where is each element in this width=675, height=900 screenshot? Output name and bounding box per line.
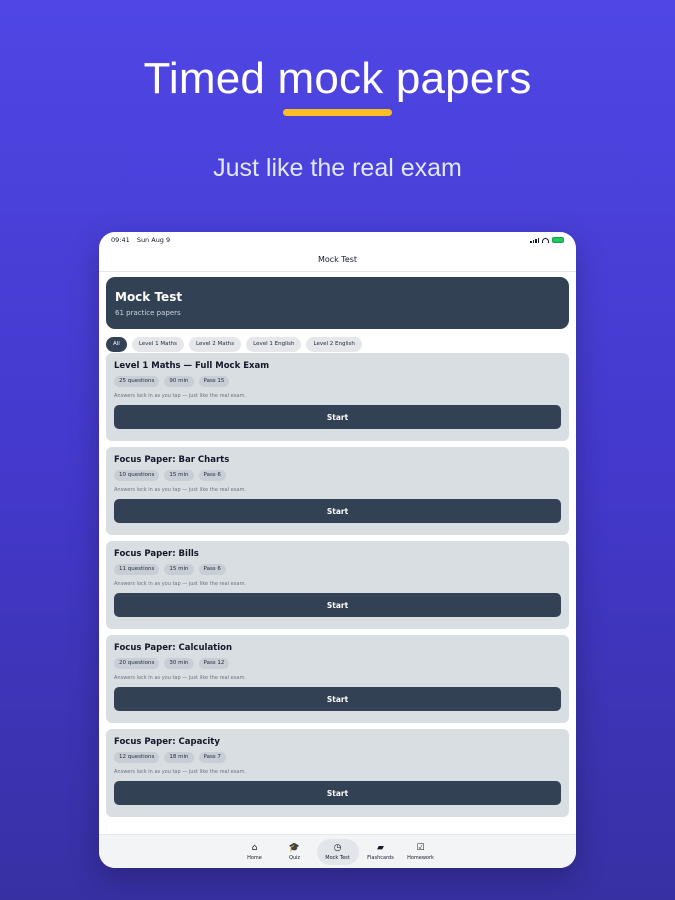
tab-label: Mock Test [325,854,350,861]
questions-badge: 20 questions [114,658,160,669]
pass-mark-badge: Pass 6 [198,470,226,481]
paper-badges: 25 questions 90 min Pass 15 [114,376,561,387]
questions-badge: 11 questions [114,564,160,575]
filter-chip-level-2-maths[interactable]: Level 2 Maths [188,336,242,352]
paper-title: Level 1 Maths — Full Mock Exam [114,361,270,371]
paper-badges: 10 questions 15 min Pass 6 [114,470,561,481]
filter-chip-level-1-maths[interactable]: Level 1 Maths [131,336,184,352]
home-icon: ⌂ [251,842,258,853]
tab-label: Quiz [288,854,301,861]
main-content: Mock Test 61 practice papers All Level 1 … [99,272,576,817]
paper-note: Answers lock in as you tap — just like t… [114,581,247,587]
banner-subtitle: 61 practice papers [115,309,181,317]
paper-badges: 20 questions 30 min Pass 12 [114,658,561,669]
duration-badge: 30 min [164,658,194,669]
tab-label: Home [247,854,262,861]
paper-card: Level 1 Maths — Full Mock Exam 25 questio… [106,353,569,441]
questions-badge: 25 questions [114,376,160,387]
paper-badges: 11 questions 15 min Pass 6 [114,564,561,575]
nav-title: Mock Test [99,248,576,272]
filter-chip-level-1-english[interactable]: Level 1 English [246,336,302,352]
pass-mark-badge: Pass 15 [198,376,230,387]
duration-badge: 15 min [164,564,194,575]
paper-note: Answers lock in as you tap — just like t… [114,393,247,399]
paper-card: Focus Paper: Bills 11 questions 15 min Pass… [106,541,569,629]
paper-title: Focus Paper: Calculation [114,643,233,653]
tab-homework[interactable]: ☑ Homework [403,839,439,865]
paper-title: Focus Paper: Capacity [114,737,220,747]
questions-badge: 12 questions [114,752,160,763]
status-date: Sun Aug 9 [136,236,171,244]
tablet-device: 09:41 Sun Aug 9 Mock Test Mock Test 61 p… [99,232,576,868]
duration-badge: 18 min [164,752,194,763]
tab-flashcards[interactable]: ▰ Flashcards [363,839,399,865]
tab-quiz[interactable]: 🎓 Quiz [277,839,313,865]
filter-chip-all[interactable]: All [106,336,127,352]
tab-mock-test[interactable]: ◷ Mock Test [316,838,359,865]
banner-title: Mock Test [115,290,183,304]
checkbox-icon: ☑ [416,842,425,853]
paper-note: Answers lock in as you tap — just like t… [114,675,247,681]
paper-note: Answers lock in as you tap — just like t… [114,769,247,775]
stopwatch-icon: ◷ [333,842,342,853]
hero-subtitle: Just like the real exam [213,154,462,182]
duration-badge: 90 min [164,376,194,387]
paper-note: Answers lock in as you tap — just like t… [114,487,247,493]
battery-icon [552,237,564,243]
wifi-icon [542,237,549,243]
pass-mark-badge: Pass 6 [198,564,226,575]
start-button[interactable]: Start [114,593,561,617]
questions-badge: 10 questions [114,470,160,481]
signal-icon [530,237,539,243]
filter-chip-level-2-english[interactable]: Level 2 English [306,336,362,352]
status-bar: 09:41 Sun Aug 9 [99,232,576,248]
tab-label: Flashcards [367,854,394,861]
paper-title: Focus Paper: Bar Charts [114,455,230,465]
pass-mark-badge: Pass 12 [198,658,230,669]
start-button[interactable]: Start [114,405,561,429]
paper-badges: 12 questions 18 min Pass 7 [114,752,561,763]
graduation-cap-icon: 🎓 [288,842,301,853]
paper-title: Focus Paper: Bills [114,549,199,559]
filter-chips: All Level 1 Maths Level 2 Maths Level 1 Eng… [106,336,569,352]
card-stack-icon: ▰ [377,842,384,853]
start-button[interactable]: Start [114,687,561,711]
paper-card: Focus Paper: Bar Charts 10 questions 15 mi… [106,447,569,535]
duration-badge: 15 min [164,470,194,481]
mock-test-banner: Mock Test 61 practice papers [106,277,569,329]
tab-home[interactable]: ⌂ Home [237,839,273,865]
start-button[interactable]: Start [114,781,561,805]
paper-card: Focus Paper: Capacity 12 questions 18 min P… [106,729,569,817]
hero-underline [283,109,392,116]
tab-label: Homework [407,854,434,861]
hero-title: Timed mock papers [143,54,532,103]
pass-mark-badge: Pass 7 [198,752,226,763]
status-time: 09:41 [111,236,130,244]
paper-card: Focus Paper: Calculation 20 questions 30 m… [106,635,569,723]
start-button[interactable]: Start [114,499,561,523]
paper-list: Level 1 Maths — Full Mock Exam 25 questio… [106,353,569,817]
tab-bar: ⌂ Home 🎓 Quiz ◷ Mock Test ▰ Flashcards ☑ Homework [99,834,576,868]
